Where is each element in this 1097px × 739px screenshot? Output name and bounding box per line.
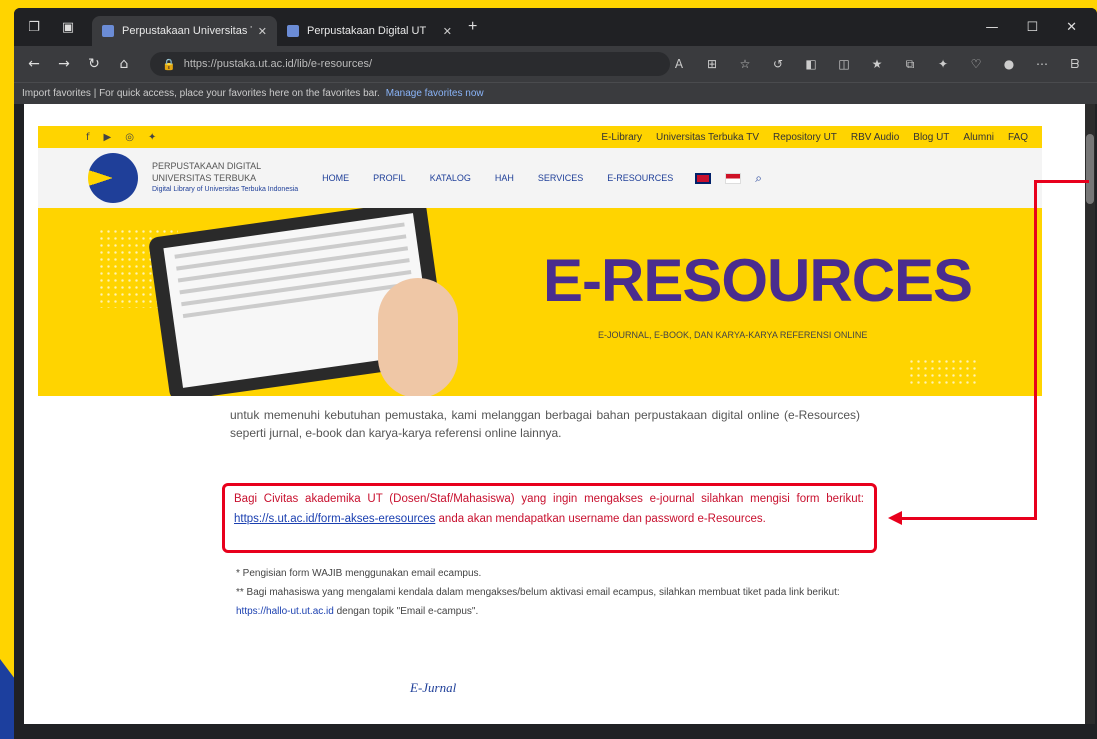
tab-inactive[interactable]: Perpustakaan Digital UT ✕	[277, 16, 462, 46]
read-aloud-icon[interactable]: A	[671, 57, 687, 72]
back-icon[interactable]: ←	[22, 56, 46, 72]
browser-window: ❐ ▣ Perpustakaan Universitas Terbuka ✕ P…	[14, 8, 1097, 739]
maximize-icon[interactable]: ☐	[1026, 20, 1038, 35]
refresh-ext-icon[interactable]: ↺	[770, 57, 786, 72]
close-tab-icon[interactable]: ✕	[258, 25, 267, 38]
access-notice: Bagi Civitas akademika UT (Dosen/Staf/Ma…	[234, 489, 864, 529]
star-icon[interactable]: ☆	[737, 57, 753, 72]
logo-title-2: UNIVERSITAS TERBUKA	[152, 173, 257, 183]
callout-arrow-vertical	[1034, 180, 1037, 520]
logo-title: PERPUSTAKAAN DIGITAL	[152, 161, 262, 171]
note-2-pre: ** Bagi mahasiswa yang mengalami kendala…	[236, 587, 840, 598]
twitter-icon[interactable]: ✦	[148, 132, 156, 143]
search-icon[interactable]: ⌕	[755, 171, 762, 186]
menu-profil[interactable]: PROFIL	[373, 173, 406, 183]
favorites-bar: Import favorites | For quick access, pla…	[14, 82, 1097, 104]
home-icon[interactable]: ⌂	[112, 56, 136, 72]
tab-favicon	[287, 25, 299, 37]
lock-icon: 🔒	[162, 57, 176, 71]
close-window-icon[interactable]: ✕	[1066, 20, 1077, 35]
banner-subtitle: E-JOURNAL, E-BOOK, DAN KARYA-KARYA REFER…	[598, 330, 868, 340]
toplink-faq[interactable]: FAQ	[1008, 132, 1028, 143]
callout-arrow-top	[1034, 180, 1089, 183]
intro-paragraph: untuk memenuhi kebutuhan pemustaka, kami…	[230, 408, 860, 440]
ut-logo[interactable]	[88, 153, 138, 203]
manage-favorites-link[interactable]: Manage favorites now	[386, 88, 484, 99]
scrollbar-thumb[interactable]	[1086, 134, 1094, 204]
notice-text-pre: Bagi Civitas akademika UT (Dosen/Staf/Ma…	[234, 493, 864, 505]
menu-eresources[interactable]: E-RESOURCES	[607, 173, 673, 183]
logo-subtitle: Digital Library of Universitas Terbuka I…	[152, 186, 299, 193]
menu-katalog[interactable]: KATALOG	[430, 173, 471, 183]
window-controls: — ☐ ✕	[985, 20, 1097, 35]
social-links: f ▶ ◎ ✦	[38, 132, 156, 143]
tab-title: Perpustakaan Digital UT	[307, 25, 427, 37]
navigation-bar: ← → ↻ ⌂ 🔒 https://pustaka.ut.ac.id/lib/e…	[14, 46, 1097, 82]
close-tab-icon[interactable]: ✕	[443, 25, 452, 38]
profile-icon[interactable]: ●	[1001, 57, 1017, 72]
performance-icon[interactable]: ♡	[968, 57, 984, 72]
tab-favicon	[102, 25, 114, 37]
toplink-alumni[interactable]: Alumni	[963, 132, 994, 143]
favorites-icon[interactable]: ★	[869, 57, 885, 72]
note-2: ** Bagi mahasiswa yang mengalami kendala…	[236, 583, 866, 621]
hallo-ut-link[interactable]: https://hallo-ut.ut.ac.id	[236, 606, 334, 617]
toplink-elibrary[interactable]: E-Library	[601, 132, 642, 143]
scrollbar[interactable]	[1085, 104, 1095, 724]
address-bar[interactable]: 🔒 https://pustaka.ut.ac.id/lib/e-resourc…	[150, 52, 670, 76]
dot-pattern	[908, 358, 978, 388]
note-1: * Pengisian form WAJIB menggunakan email…	[236, 568, 482, 579]
shield-icon[interactable]: ✦	[935, 57, 951, 72]
extension-icon[interactable]: ◧	[803, 57, 819, 72]
toplink-repository[interactable]: Repository UT	[773, 132, 837, 143]
notes: * Pengisian form WAJIB menggunakan email…	[236, 564, 866, 621]
banner-title: E-RESOURCES	[543, 247, 973, 314]
tab-bar: ❐ ▣ Perpustakaan Universitas Terbuka ✕ P…	[14, 8, 1097, 46]
youtube-icon[interactable]: ▶	[104, 132, 112, 143]
toplink-blog[interactable]: Blog UT	[913, 132, 949, 143]
facebook-icon[interactable]: f	[86, 132, 90, 143]
refresh-icon[interactable]: ↻	[82, 56, 106, 72]
top-links: E-Library Universitas Terbuka TV Reposit…	[601, 132, 1042, 143]
collections-icon[interactable]: ⧉	[902, 57, 918, 72]
menu-hah[interactable]: HAH	[495, 173, 514, 183]
language-switcher	[695, 172, 742, 184]
toplink-uttv[interactable]: Universitas Terbuka TV	[656, 132, 759, 143]
eresources-banner: E-RESOURCES E-JOURNAL, E-BOOK, DAN KARYA…	[38, 208, 1042, 396]
tab-active[interactable]: Perpustakaan Universitas Terbuka ✕	[92, 16, 277, 46]
minimize-icon[interactable]: —	[985, 20, 998, 35]
tab-title: Perpustakaan Universitas Terbuka	[122, 25, 252, 37]
menu-services[interactable]: SERVICES	[538, 173, 583, 183]
favorites-hint: Import favorites | For quick access, pla…	[22, 88, 380, 99]
uk-flag-icon[interactable]	[695, 172, 712, 184]
callout-arrow-horizontal	[902, 517, 1037, 520]
section-heading-ejurnal: E-Jurnal	[410, 680, 457, 695]
split-screen-icon[interactable]: ◫	[836, 57, 852, 72]
notice-text-post: anda akan mendapatkan username dan passw…	[435, 513, 766, 525]
site-topbar: f ▶ ◎ ✦ E-Library Universitas Terbuka TV…	[38, 126, 1042, 148]
indonesia-flag-icon[interactable]	[725, 172, 742, 184]
tab-actions-icon[interactable]: ▣	[58, 17, 78, 37]
new-tab-button[interactable]: +	[468, 18, 477, 36]
more-icon[interactable]: ⋯	[1034, 57, 1050, 72]
extensions-toolbar: A ⊞ ☆ ↺ ◧ ◫ ★ ⧉ ✦ ♡ ● ⋯ ᗷ	[671, 57, 1097, 72]
forward-icon[interactable]: →	[52, 56, 76, 72]
copilot-icon[interactable]: ᗷ	[1067, 57, 1083, 72]
menu-home[interactable]: HOME	[322, 173, 349, 183]
main-menu: HOME PROFIL KATALOG HAH SERVICES E-RESOU…	[322, 173, 673, 183]
callout-arrow-head	[888, 511, 902, 525]
apps-icon[interactable]: ⊞	[704, 57, 720, 72]
instagram-icon[interactable]: ◎	[125, 132, 134, 143]
toplink-rbv-audio[interactable]: RBV Audio	[851, 132, 899, 143]
url-text: https://pustaka.ut.ac.id/lib/e-resources…	[183, 58, 373, 70]
note-2-post: dengan topik "Email e-campus".	[333, 606, 479, 617]
form-access-link[interactable]: https://s.ut.ac.id/form-akses-eresources	[234, 513, 435, 525]
workspaces-icon[interactable]: ❐	[24, 17, 44, 37]
logo-text: PERPUSTAKAAN DIGITAL UNIVERSITAS TERBUKA…	[152, 160, 298, 196]
site-header: PERPUSTAKAAN DIGITAL UNIVERSITAS TERBUKA…	[38, 148, 1042, 208]
hand-image	[378, 278, 458, 396]
